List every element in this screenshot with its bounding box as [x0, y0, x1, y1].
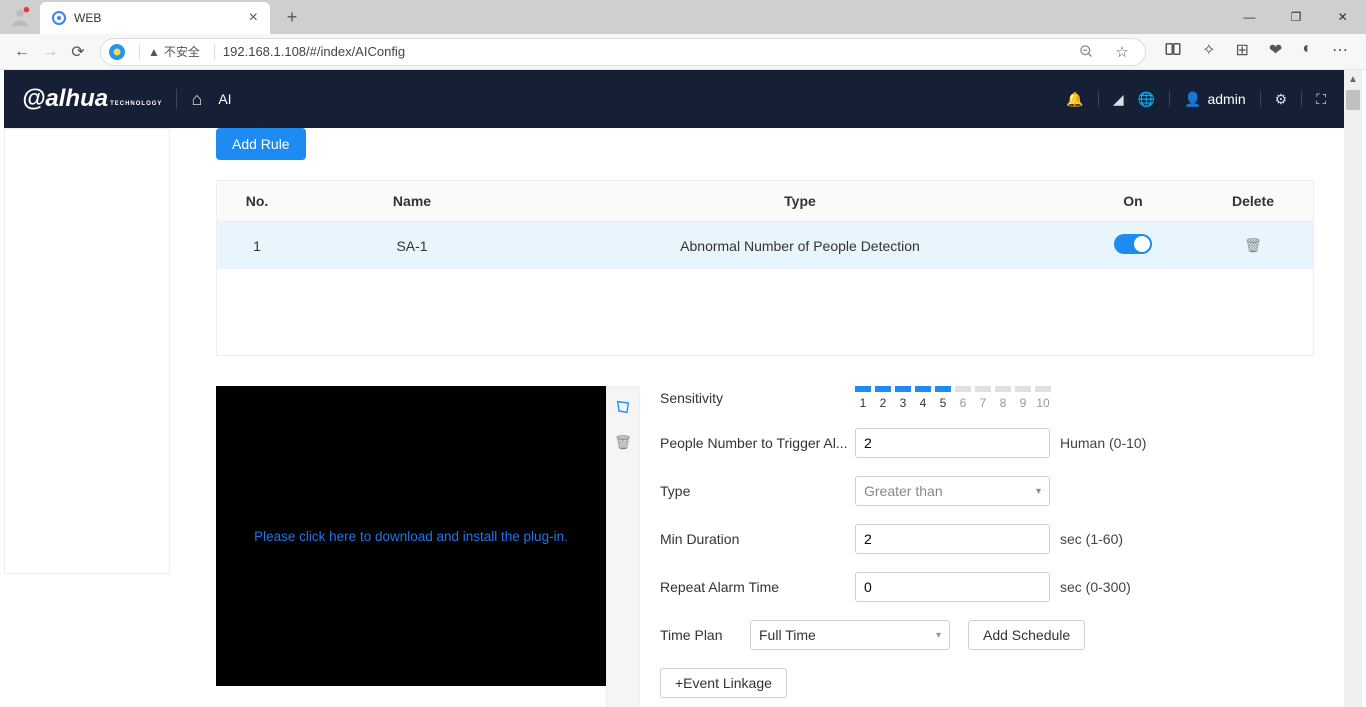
clear-region-icon[interactable]: 🗑	[614, 434, 632, 451]
sensitivity-slider[interactable]: 12345678910	[855, 386, 1051, 410]
new-tab-button[interactable]: +	[278, 7, 306, 28]
delete-icon[interactable]: 🗑	[1244, 237, 1262, 253]
add-schedule-button[interactable]: Add Schedule	[968, 620, 1085, 650]
favorites-bar-icon[interactable]: ✧	[1202, 40, 1215, 63]
tab-favicon	[52, 11, 66, 25]
time-plan-select[interactable]: Full Time ▾	[750, 620, 950, 650]
more-icon[interactable]: ⋯	[1332, 40, 1348, 63]
browser-nav-bar: ← → ⟳ ▲ 不安全 192.168.1.108/#/index/AIConf…	[0, 34, 1366, 70]
security-indicator[interactable]: ▲ 不安全	[148, 43, 200, 60]
close-window-button[interactable]: ✕	[1319, 0, 1366, 34]
maximize-button[interactable]: ❐	[1273, 0, 1320, 34]
draw-region-icon[interactable]	[615, 399, 631, 420]
zoom-icon[interactable]	[1077, 43, 1095, 61]
repeat-alarm-input[interactable]	[855, 572, 1050, 602]
split-screen-icon[interactable]	[1164, 40, 1182, 63]
table-header: No. Name Type On Delete	[217, 181, 1313, 222]
nav-ai[interactable]: AI	[218, 91, 231, 107]
refresh-button[interactable]: ⟳	[64, 38, 92, 66]
scroll-thumb[interactable]	[1346, 90, 1360, 110]
min-duration-label: Min Duration	[660, 531, 855, 547]
main-content: Add Rule No. Name Type On Delete 1 SA-1 …	[186, 128, 1344, 707]
page-scrollbar[interactable]: ▲	[1344, 70, 1362, 707]
cell-name: SA-1	[297, 226, 527, 266]
col-on: On	[1073, 181, 1193, 221]
cell-type: Abnormal Number of People Detection	[527, 226, 1073, 266]
event-linkage-button[interactable]: +Event Linkage	[660, 668, 787, 698]
people-number-hint: Human (0-10)	[1060, 435, 1146, 451]
people-number-label: People Number to Trigger Al...	[660, 435, 855, 451]
minimize-button[interactable]: —	[1226, 0, 1273, 34]
brand-logo: @alhua TECHNOLOGY	[22, 85, 162, 113]
cell-on	[1073, 222, 1193, 269]
type-label: Type	[660, 483, 855, 499]
globe-icon[interactable]: 🌐	[1138, 91, 1155, 108]
collections-icon[interactable]: ⊞	[1236, 40, 1249, 63]
video-toolbar: 🗑	[606, 386, 640, 707]
people-number-input[interactable]	[855, 428, 1050, 458]
rule-on-toggle[interactable]	[1114, 234, 1152, 254]
cell-delete: 🗑	[1193, 225, 1313, 266]
config-form: Sensitivity 12345678910 People Number to…	[660, 386, 1314, 707]
left-sidebar	[4, 128, 170, 574]
home-icon[interactable]: ⌂	[191, 89, 202, 110]
fullscreen-icon[interactable]: ⛶	[1316, 91, 1326, 108]
tab-title: WEB	[74, 11, 249, 25]
chevron-down-icon: ▾	[936, 630, 941, 641]
scroll-up-arrow[interactable]: ▲	[1344, 70, 1362, 88]
user-icon: 👤	[1184, 91, 1201, 108]
sensitivity-label: Sensitivity	[660, 390, 855, 406]
table-empty-space	[217, 269, 1313, 355]
browser-tab-bar: WEB × + — ❐ ✕	[0, 0, 1366, 34]
type-select-value: Greater than	[864, 483, 943, 499]
cell-no: 1	[217, 226, 297, 266]
time-plan-value: Full Time	[759, 627, 816, 643]
profile-badge[interactable]	[0, 0, 40, 34]
col-delete: Delete	[1193, 181, 1313, 221]
col-type: Type	[527, 181, 1073, 221]
repeat-alarm-label: Repeat Alarm Time	[660, 579, 855, 595]
type-select[interactable]: Greater than ▾	[855, 476, 1050, 506]
tab-close-icon[interactable]: ×	[249, 9, 258, 27]
col-name: Name	[297, 181, 527, 221]
time-plan-label: Time Plan	[660, 627, 750, 643]
user-menu[interactable]: 👤 admin	[1184, 91, 1246, 108]
add-rule-button[interactable]: Add Rule	[216, 128, 306, 160]
window-controls: — ❐ ✕	[1226, 0, 1366, 34]
plugin-download-link[interactable]: Please click here to download and instal…	[254, 529, 568, 544]
url-text: 192.168.1.108/#/index/AIConfig	[223, 44, 405, 59]
address-bar[interactable]: ▲ 不安全 192.168.1.108/#/index/AIConfig ☆	[100, 38, 1146, 66]
alarm-icon[interactable]: ◢	[1113, 91, 1124, 108]
user-name: admin	[1207, 91, 1245, 107]
warning-icon: ▲	[148, 45, 160, 59]
ie-reload-icon[interactable]: ◐	[1302, 40, 1312, 63]
app-header: @alhua TECHNOLOGY ⌂ AI 🔔 ◢ 🌐 👤 admin ⚙ ⛶	[4, 70, 1344, 128]
min-duration-input[interactable]	[855, 524, 1050, 554]
chevron-down-icon: ▾	[1036, 486, 1041, 497]
browser-tab[interactable]: WEB ×	[40, 2, 270, 34]
table-row[interactable]: 1 SA-1 Abnormal Number of People Detecti…	[217, 222, 1313, 269]
favorite-icon[interactable]: ☆	[1113, 43, 1131, 61]
forward-button: →	[36, 38, 64, 66]
bell-icon[interactable]: 🔔	[1066, 91, 1083, 108]
repeat-alarm-hint: sec (0-300)	[1060, 579, 1131, 595]
min-duration-hint: sec (1-60)	[1060, 531, 1123, 547]
extensions-icon[interactable]: ❤	[1269, 40, 1282, 63]
rules-table: No. Name Type On Delete 1 SA-1 Abnormal …	[216, 180, 1314, 356]
security-label: 不安全	[164, 43, 200, 60]
back-button[interactable]: ←	[8, 38, 36, 66]
col-no: No.	[217, 181, 297, 221]
video-preview: Please click here to download and instal…	[216, 386, 606, 686]
ie-mode-icon	[109, 44, 125, 60]
gear-icon[interactable]: ⚙	[1275, 91, 1288, 108]
